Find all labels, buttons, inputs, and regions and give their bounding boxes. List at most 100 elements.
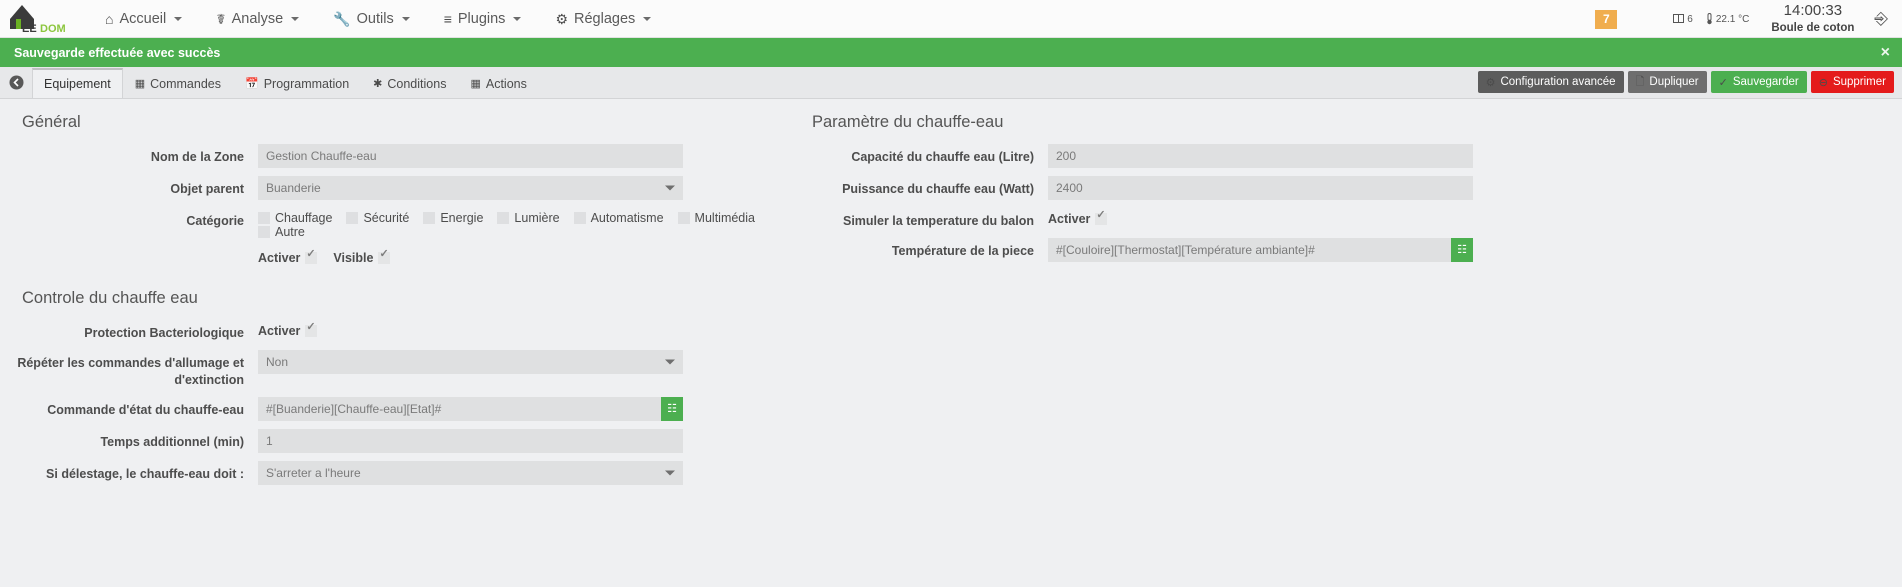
tab-equipement[interactable]: Equipement xyxy=(32,68,123,98)
capacity-control: 200 xyxy=(1048,144,1473,168)
chevron-down-icon xyxy=(513,16,522,21)
delete-button[interactable]: ⊖ Supprimer xyxy=(1810,71,1894,93)
category-checkbox-autre[interactable]: Autre xyxy=(258,225,305,239)
close-icon[interactable]: × xyxy=(1881,44,1890,62)
chevron-down-icon xyxy=(174,16,183,21)
tab-commandes[interactable]: ▦ Commandes xyxy=(123,68,233,98)
back-button[interactable] xyxy=(0,66,32,98)
nav-item-analyse[interactable]: ☤ Analyse xyxy=(199,0,316,38)
delestage-select[interactable]: S'arreter a l'heure xyxy=(258,460,683,485)
category-checkbox-chauffage[interactable]: Chauffage xyxy=(258,211,332,225)
category-checkbox-securite[interactable]: Sécurité xyxy=(346,211,409,225)
help-icon[interactable]: ⎆ xyxy=(1874,9,1888,29)
category-checkbox-label: Automatisme xyxy=(590,211,664,225)
repeat-control: Non xyxy=(258,349,683,374)
zone-name-input[interactable]: Gestion Chauffe-eau xyxy=(258,144,683,168)
copy-icon: 🗋 xyxy=(1635,75,1645,88)
nav-item-label: Analyse xyxy=(231,10,284,27)
checkbox-box xyxy=(346,212,359,224)
general-section-title: Général xyxy=(22,113,81,131)
status-temperature[interactable]: 22.1 °C xyxy=(1706,13,1749,25)
button-label: Supprimer xyxy=(1832,76,1886,88)
bacterio-control: Activer xyxy=(258,320,333,338)
control-section-title: Controle du chauffe eau xyxy=(22,289,198,307)
checkbox-box xyxy=(258,226,270,238)
capacity-input[interactable]: 200 xyxy=(1048,144,1473,168)
delestage-row: Si délestage, le chauffe-eau doit : S'ar… xyxy=(0,460,790,485)
list-alt-icon[interactable]: ☷ xyxy=(661,396,683,421)
category-checkbox-automatisme[interactable]: Automatisme xyxy=(573,211,664,225)
room-temperature-input[interactable]: #[Couloire][Thermostat][Température ambi… xyxy=(1048,237,1451,262)
visible-label: Visible xyxy=(333,251,374,265)
tab-conditions[interactable]: ✱ Conditions xyxy=(361,68,458,98)
nav-item-outils[interactable]: 🔧 Outils xyxy=(316,0,427,38)
nav-item-label: Réglages xyxy=(574,10,636,27)
svg-text:DOM: DOM xyxy=(40,23,66,35)
list-alt-icon[interactable]: ☷ xyxy=(1451,237,1473,262)
zone-name-control: Gestion Chauffe-eau xyxy=(258,144,683,168)
category-checkbox-lumiere[interactable]: Lumière xyxy=(497,211,560,225)
save-button[interactable]: ✓ Sauvegarder xyxy=(1710,71,1807,93)
repeat-select[interactable]: Non xyxy=(258,349,683,374)
stethoscope-icon: ☤ xyxy=(216,10,226,27)
arrow-left-circle-icon xyxy=(9,75,23,89)
gear-icon: ⚙ xyxy=(555,10,568,27)
state-command-label: Commande d'état du chauffe-eau xyxy=(47,402,244,417)
advanced-configuration-button[interactable]: ⚙ Configuration avancée xyxy=(1477,71,1624,93)
activer-checkbox[interactable]: Activer xyxy=(258,249,318,265)
checkbox-box xyxy=(423,212,436,224)
zone-name-label: Nom de la Zone xyxy=(150,150,244,164)
parent-object-label: Objet parent xyxy=(170,182,244,196)
nav-item-label: Accueil xyxy=(119,10,167,27)
parent-object-select[interactable]: Buanderie xyxy=(258,176,683,200)
top-navbar: EE DOM ⌂ Accueil ☤ Analyse 🔧 Outils ≡ Pl… xyxy=(0,0,1902,38)
button-label: Configuration avancée xyxy=(1500,76,1616,88)
parameters-section-title: Paramètre du chauffe-eau xyxy=(812,113,1004,131)
simulate-checkbox[interactable]: Activer xyxy=(1048,210,1108,226)
tab-actions[interactable]: ▦ Actions xyxy=(458,68,538,98)
repeat-value: Non xyxy=(266,354,289,369)
button-label: Dupliquer xyxy=(1649,76,1699,88)
simulate-label: Simuler la temperature du balon xyxy=(842,214,1034,228)
asterisk-icon: ✱ xyxy=(373,78,383,90)
tab-label: Actions xyxy=(485,76,527,91)
visible-checkbox[interactable]: Visible xyxy=(333,249,391,265)
bacterio-activer-label: Activer xyxy=(258,324,301,338)
nav-item-reglages[interactable]: ⚙ Réglages xyxy=(538,0,668,38)
power-input[interactable]: 2400 xyxy=(1048,176,1473,200)
category-checkbox-energie[interactable]: Energie xyxy=(423,211,483,225)
activer-visible-group: Activer Visible xyxy=(258,247,406,265)
home-icon: ⌂ xyxy=(105,10,114,27)
notification-badge[interactable]: 7 xyxy=(1595,9,1618,29)
checkbox-box xyxy=(573,212,586,224)
checkbox-box xyxy=(305,322,318,337)
chevron-down-icon xyxy=(401,16,410,21)
state-command-control: #[Buanderie][Chauffe-eau][Etat]# ☷ xyxy=(258,396,683,421)
jeedom-logo[interactable]: EE DOM xyxy=(0,0,78,38)
wrench-icon: 🔧 xyxy=(333,10,351,27)
tab-programmation[interactable]: 📅 Programmation xyxy=(233,68,361,98)
category-checkbox-multimedia[interactable]: Multimédia xyxy=(677,211,755,225)
checkbox-box xyxy=(378,249,391,264)
bacterio-row: Protection Bacteriologique Activer xyxy=(0,320,790,342)
nav-item-accueil[interactable]: ⌂ Accueil xyxy=(88,0,199,38)
category-checkbox-label: Sécurité xyxy=(363,211,410,225)
extra-time-input[interactable]: 1 xyxy=(258,428,683,453)
chevron-down-icon xyxy=(643,16,652,21)
thermometer-icon xyxy=(1707,13,1712,25)
state-command-input[interactable]: #[Buanderie][Chauffe-eau][Etat]# xyxy=(258,396,661,421)
category-row: Catégorie Chauffage Sécurité Energie Lum… xyxy=(0,208,790,239)
simulate-row: Simuler la temperature du balon Activer xyxy=(790,208,1790,230)
parent-object-value: Buanderie xyxy=(266,181,321,195)
activer-visible-row: Activer Visible xyxy=(0,247,790,265)
checkbox-box xyxy=(305,249,318,264)
status-windows[interactable]: 6 xyxy=(1673,13,1693,25)
state-command-row: Commande d'état du chauffe-eau #[Buander… xyxy=(0,396,790,421)
tab-bar-actions: ⚙ Configuration avancée 🗋 Dupliquer ✓ Sa… xyxy=(1477,71,1894,93)
nav-item-plugins[interactable]: ≡ Plugins xyxy=(427,0,539,38)
duplicate-button[interactable]: 🗋 Dupliquer xyxy=(1627,71,1707,93)
bacterio-checkbox[interactable]: Activer xyxy=(258,322,318,338)
chevron-down-icon xyxy=(665,359,675,365)
activer-label: Activer xyxy=(258,251,301,265)
delestage-value: S'arreter a l'heure xyxy=(266,465,361,480)
